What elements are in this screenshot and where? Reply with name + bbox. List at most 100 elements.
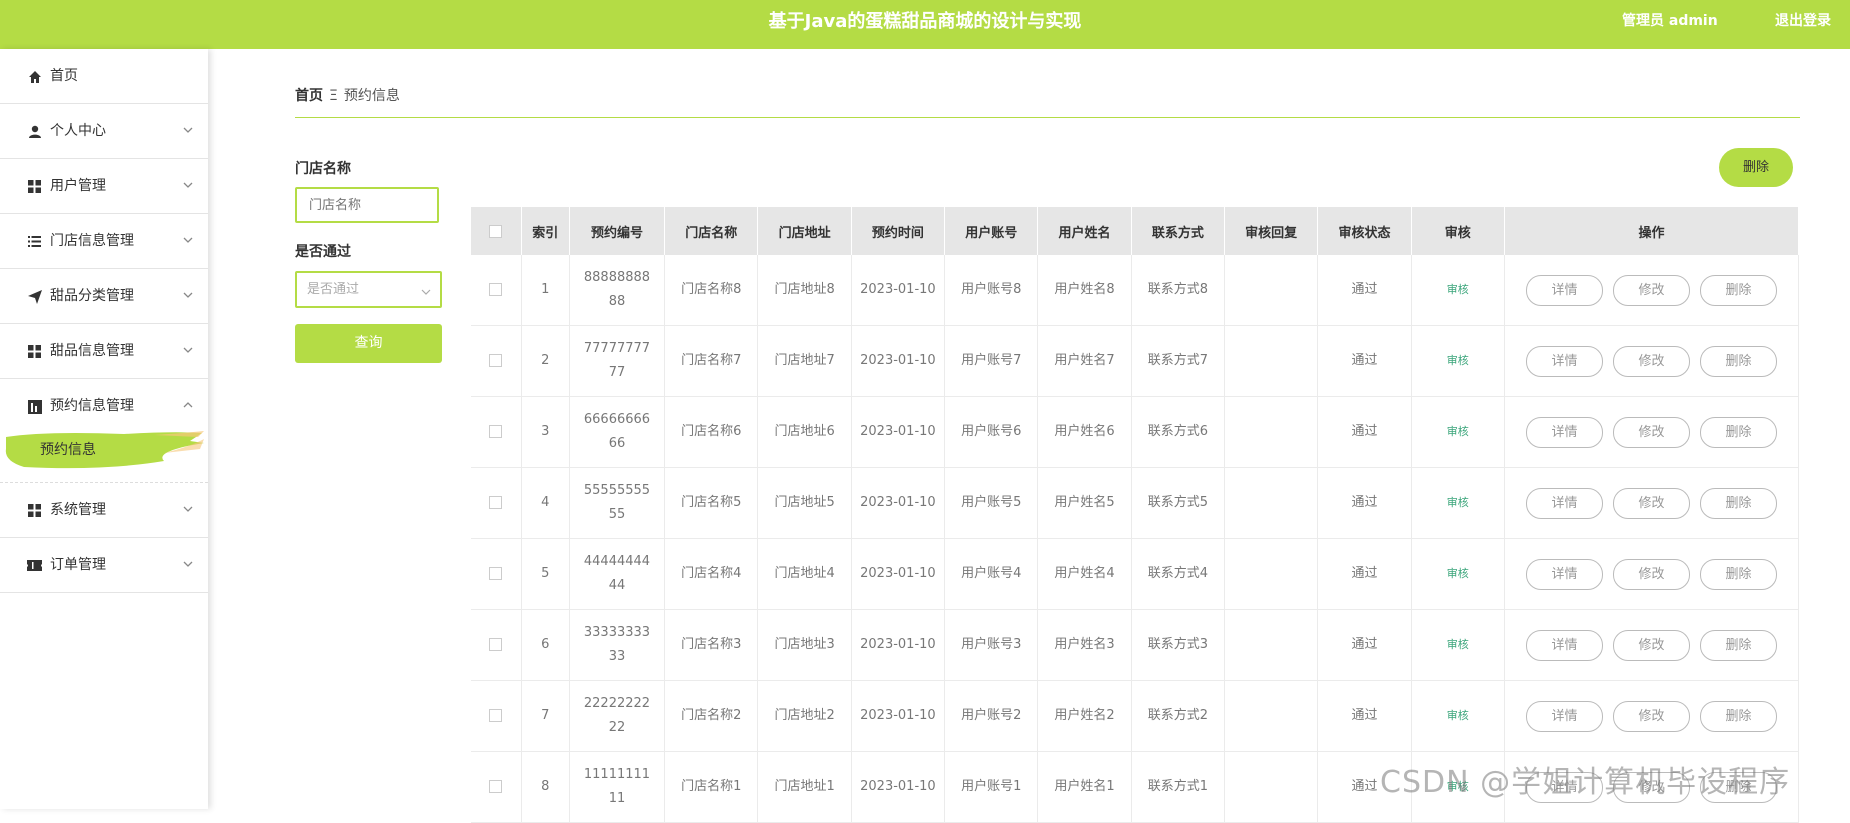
sidebar-item-system-management[interactable]: 系统管理 bbox=[0, 483, 208, 538]
cell-audit: 审核 bbox=[1411, 396, 1505, 468]
query-button[interactable]: 查询 bbox=[295, 324, 442, 363]
column-header: 审核 bbox=[1411, 207, 1505, 255]
logout-link[interactable]: 退出登录 bbox=[1775, 0, 1831, 42]
sidebar-item-dessert-category[interactable]: 甜品分类管理 bbox=[0, 269, 208, 324]
row-checkbox[interactable] bbox=[489, 283, 503, 296]
cell-audit-reply bbox=[1224, 609, 1319, 681]
detail-button[interactable]: 详情 bbox=[1525, 487, 1603, 519]
cell-reservation-code: 6666666666 bbox=[569, 396, 666, 468]
select-all-checkbox[interactable] bbox=[489, 224, 503, 238]
sidebar-item-order-management[interactable]: 订单管理 bbox=[0, 538, 208, 593]
cell-contact: 联系方式5 bbox=[1131, 467, 1226, 539]
detail-button[interactable]: 详情 bbox=[1525, 274, 1603, 306]
row-checkbox[interactable] bbox=[489, 709, 503, 722]
list-icon bbox=[27, 234, 42, 249]
sidebar-item-user-management[interactable]: 用户管理 bbox=[0, 159, 208, 214]
sidebar-item-store-management[interactable]: 门店信息管理 bbox=[0, 214, 208, 269]
edit-button[interactable]: 修改 bbox=[1612, 274, 1690, 306]
sidebar-item-label: 订单管理 bbox=[50, 557, 106, 573]
cell-store-name: 门店名称8 bbox=[664, 255, 759, 326]
delete-button[interactable]: 删除 bbox=[1699, 629, 1777, 661]
cell-store-name: 门店名称1 bbox=[664, 751, 759, 823]
row-checkbox[interactable] bbox=[489, 780, 503, 793]
audit-link[interactable]: 审核 bbox=[1447, 709, 1469, 722]
detail-button[interactable]: 详情 bbox=[1525, 416, 1603, 448]
cell-audit: 审核 bbox=[1411, 680, 1505, 752]
cell-reservation-time: 2023-01-10 bbox=[851, 467, 946, 539]
delete-button[interactable]: 删除 bbox=[1699, 700, 1777, 732]
breadcrumb-separator: Ξ bbox=[329, 88, 338, 104]
chevron-down-icon bbox=[182, 179, 194, 191]
sidebar-item-label: 甜品分类管理 bbox=[50, 288, 134, 304]
cell-store-name: 门店名称3 bbox=[664, 609, 759, 681]
cell-user-account: 用户账号4 bbox=[944, 538, 1039, 610]
cell-actions: 详情 修改 删除 bbox=[1504, 396, 1800, 468]
sidebar-item-personal-center[interactable]: 个人中心 bbox=[0, 104, 208, 159]
cell-contact: 联系方式8 bbox=[1131, 255, 1226, 326]
audit-link[interactable]: 审核 bbox=[1447, 425, 1469, 438]
sidebar-item-reservation-management[interactable]: 预约信息管理 bbox=[0, 379, 208, 433]
row-checkbox[interactable] bbox=[489, 354, 503, 367]
row-checkbox[interactable] bbox=[489, 638, 503, 651]
delete-button[interactable]: 删除 bbox=[1699, 558, 1777, 590]
cell-actions: 详情 修改 删除 bbox=[1504, 538, 1800, 610]
delete-button[interactable]: 删除 bbox=[1699, 487, 1777, 519]
column-header: 门店地址 bbox=[757, 207, 852, 255]
detail-button[interactable]: 详情 bbox=[1525, 629, 1603, 661]
delete-button[interactable]: 删除 bbox=[1699, 416, 1777, 448]
cell-store-address: 门店地址4 bbox=[757, 538, 852, 610]
pass-status-select[interactable]: 是否通过 bbox=[295, 271, 442, 308]
cell-index: 1 bbox=[521, 255, 570, 326]
row-select-cell bbox=[471, 680, 522, 752]
cell-user-account: 用户账号8 bbox=[944, 255, 1039, 326]
detail-button[interactable]: 详情 bbox=[1525, 345, 1603, 377]
sidebar-subitem-reservation-info[interactable]: 预约信息 bbox=[4, 431, 204, 469]
cell-reservation-time: 2023-01-10 bbox=[851, 255, 946, 326]
delete-button[interactable]: 删除 bbox=[1699, 274, 1777, 306]
cell-user-name: 用户姓名3 bbox=[1037, 609, 1132, 681]
detail-button[interactable]: 详情 bbox=[1525, 700, 1603, 732]
store-name-input[interactable] bbox=[295, 187, 439, 223]
batch-delete-button[interactable]: 删除 bbox=[1719, 148, 1793, 187]
sidebar-item-label: 首页 bbox=[50, 68, 78, 84]
sidebar: 首页 个人中心 用户管理 门店信息管理 甜品分类管理 甜品信息管理 预约信息管理… bbox=[0, 49, 208, 809]
row-checkbox[interactable] bbox=[489, 567, 503, 580]
cell-audit-reply bbox=[1224, 751, 1319, 823]
delete-button[interactable]: 删除 bbox=[1699, 345, 1777, 377]
cell-user-name: 用户姓名1 bbox=[1037, 751, 1132, 823]
edit-button[interactable]: 修改 bbox=[1612, 629, 1690, 661]
cell-contact: 联系方式4 bbox=[1131, 538, 1226, 610]
edit-button[interactable]: 修改 bbox=[1612, 700, 1690, 732]
send-icon bbox=[27, 289, 42, 304]
edit-button[interactable]: 修改 bbox=[1612, 416, 1690, 448]
edit-button[interactable]: 修改 bbox=[1612, 558, 1690, 590]
audit-link[interactable]: 审核 bbox=[1447, 496, 1469, 509]
grid-icon bbox=[27, 179, 42, 194]
cell-store-address: 门店地址8 bbox=[757, 255, 852, 326]
row-select-cell bbox=[471, 538, 522, 610]
grid-icon bbox=[27, 344, 42, 359]
audit-link[interactable]: 审核 bbox=[1447, 354, 1469, 367]
cell-contact: 联系方式7 bbox=[1131, 325, 1226, 397]
chevron-down-icon bbox=[182, 558, 194, 570]
sidebar-item-home[interactable]: 首页 bbox=[0, 49, 208, 104]
edit-button[interactable]: 修改 bbox=[1612, 487, 1690, 519]
sidebar-item-label: 用户管理 bbox=[50, 178, 106, 194]
cell-index: 2 bbox=[521, 325, 570, 397]
breadcrumb-home[interactable]: 首页 bbox=[295, 88, 323, 104]
row-checkbox[interactable] bbox=[489, 496, 503, 509]
table-row: 2 7777777777 门店名称7 门店地址7 2023-01-10 用户账号7 用户姓名… bbox=[471, 325, 1800, 397]
audit-link[interactable]: 审核 bbox=[1447, 283, 1469, 296]
row-select-cell bbox=[471, 325, 522, 397]
detail-button[interactable]: 详情 bbox=[1525, 558, 1603, 590]
cell-audit-status: 通过 bbox=[1317, 680, 1412, 752]
cell-reservation-code: 4444444444 bbox=[569, 538, 666, 610]
audit-link[interactable]: 审核 bbox=[1447, 567, 1469, 580]
row-checkbox[interactable] bbox=[489, 425, 503, 438]
edit-button[interactable]: 修改 bbox=[1612, 345, 1690, 377]
audit-link[interactable]: 审核 bbox=[1447, 638, 1469, 651]
chevron-down-icon bbox=[182, 234, 194, 246]
cell-store-name: 门店名称2 bbox=[664, 680, 759, 752]
sidebar-item-dessert-info[interactable]: 甜品信息管理 bbox=[0, 324, 208, 379]
pass-status-placeholder: 是否通过 bbox=[307, 282, 360, 297]
